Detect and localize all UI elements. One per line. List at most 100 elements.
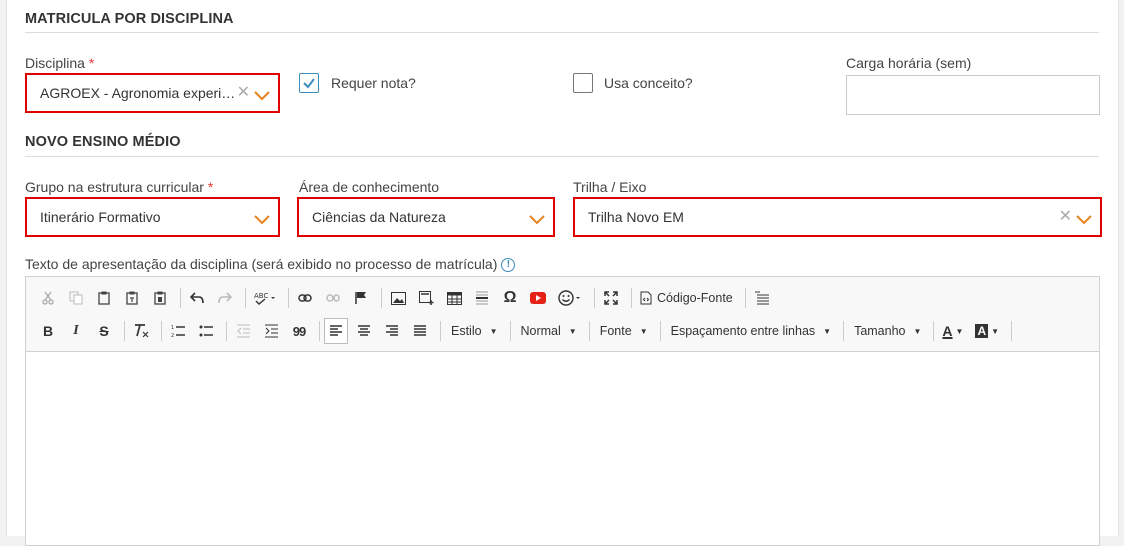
text-color-icon: A [942,323,953,339]
source-code-button[interactable]: Código-Fonte [636,285,737,311]
toolbar-row-2: B I S 12 99 Estilo ▼ Normal ▼ Fonte ▼ Es… [36,318,1016,344]
align-justify-icon[interactable] [408,318,432,344]
paste-word-icon[interactable] [148,285,172,311]
spellcheck-icon[interactable]: ABC [250,285,280,311]
dropdown-arrow-icon: ▼ [568,326,577,336]
clear-icon[interactable]: ✕ [237,85,250,101]
paste-icon[interactable] [92,285,116,311]
dropdown-arrow-icon: ▼ [991,326,1000,336]
outdent-icon[interactable] [231,318,255,344]
toolbar-row-1: ABC Ω Código-Fonte [36,285,778,311]
table-icon[interactable] [442,285,466,311]
bg-color-icon: A [975,324,989,338]
paste-text-icon[interactable] [120,285,144,311]
cut-icon[interactable] [36,285,60,311]
align-left-icon[interactable] [324,318,348,344]
requer-nota-checkbox[interactable] [299,73,319,93]
trilha-label: Trilha / Eixo [573,179,647,195]
emoji-icon[interactable] [554,285,586,311]
toolbar-separator [1011,321,1013,341]
toolbar-separator [288,288,289,308]
toolbar-separator [631,288,632,308]
checkmark-icon [303,78,315,89]
indent-icon[interactable] [259,318,283,344]
youtube-icon[interactable] [526,285,550,311]
image-icon[interactable] [386,285,410,311]
maximize-icon[interactable] [599,285,623,311]
dropdown-arrow-icon: ▼ [955,326,964,336]
section-divider [25,156,1099,157]
indent-list-icon[interactable] [750,285,774,311]
bullet-list-icon[interactable] [194,318,218,344]
dropdown-arrow-icon: ▼ [489,326,498,336]
trilha-select[interactable]: Trilha Novo EM ✕ [573,197,1102,237]
align-center-icon[interactable] [352,318,376,344]
bold-button[interactable]: B [36,318,60,344]
clear-icon[interactable]: ✕ [1059,209,1072,225]
info-icon[interactable]: ! [501,258,516,273]
toolbar-separator [161,321,162,341]
copy-icon[interactable] [64,285,88,311]
disciplina-label: Disciplina * [25,55,95,71]
toolbar-separator [933,321,935,341]
format-dropdown[interactable]: Normal ▼ [515,318,585,344]
toolbar-separator [843,321,845,341]
format-dropdown-label: Normal [520,324,561,338]
style-dropdown[interactable]: Estilo ▼ [445,318,506,344]
special-char-icon[interactable]: Ω [498,285,522,311]
numbered-list-icon[interactable]: 12 [166,318,190,344]
chevron-down-icon [529,212,545,225]
toolbar-separator [594,288,595,308]
usa-conceito-checkbox[interactable] [573,73,593,93]
toolbar-separator [319,321,320,341]
text-color-button[interactable]: A ▼ [938,318,967,344]
insert-form-icon[interactable] [414,285,438,311]
grupo-select[interactable]: Itinerário Formativo [25,197,280,237]
chevron-down-icon [254,212,270,225]
dropdown-arrow-icon: ▼ [823,326,832,336]
link-icon[interactable] [293,285,317,311]
section-title-matricula: MATRICULA POR DISCIPLINA [25,11,234,27]
section-title-novo-ensino: NOVO ENSINO MÉDIO [25,134,181,150]
form-card: MATRICULA POR DISCIPLINA Disciplina * AG… [6,0,1119,546]
toolbar-separator [124,321,125,341]
toolbar-separator [180,288,181,308]
svg-text:ABC: ABC [254,292,268,300]
trilha-value: Trilha Novo EM [588,209,684,225]
area-select[interactable]: Ciências da Natureza [297,197,555,237]
undo-icon[interactable] [185,285,209,311]
style-dropdown-label: Estilo [451,324,482,338]
area-label: Área de conhecimento [299,179,440,195]
toolbar-separator [588,321,590,341]
redo-icon[interactable] [213,285,237,311]
requer-nota-label: Requer nota? [331,75,416,91]
toolbar-separator [659,321,661,341]
font-dropdown-label: Fonte [599,324,632,338]
disciplina-select[interactable]: AGROEX - Agronomia experim... ✕ [25,73,280,113]
area-value: Ciências da Natureza [312,209,446,225]
size-dropdown[interactable]: Tamanho ▼ [848,318,929,344]
italic-button[interactable]: I [64,318,88,344]
anchor-flag-icon[interactable] [349,285,373,311]
line-spacing-dropdown[interactable]: Espaçamento entre linhas ▼ [665,318,839,344]
source-code-label: Código-Fonte [657,291,733,305]
align-right-icon[interactable] [380,318,404,344]
toolbar-separator [440,321,441,341]
editor-content-area[interactable] [26,352,1099,545]
carga-horaria-input[interactable] [846,75,1100,115]
toolbar-separator [245,288,246,308]
blockquote-button[interactable]: 99 [287,318,311,344]
toolbar-separator [381,288,382,308]
bg-color-button[interactable]: A ▼ [971,318,1003,344]
line-spacing-dropdown-label: Espaçamento entre linhas [670,324,816,338]
grupo-value: Itinerário Formativo [40,209,161,225]
rich-text-editor: ABC Ω Código-Fonte B I S 1 2 99 Estilo ▼… [25,276,1100,546]
remove-format-icon[interactable] [129,318,153,344]
toolbar-separator [226,321,227,341]
horizontal-line-icon[interactable] [470,285,494,311]
unlink-icon[interactable] [321,285,345,311]
strikethrough-button[interactable]: S [92,318,116,344]
toolbar-separator [744,288,746,308]
font-dropdown[interactable]: Fonte ▼ [594,318,656,344]
disciplina-value: AGROEX - Agronomia experim... [40,85,237,101]
